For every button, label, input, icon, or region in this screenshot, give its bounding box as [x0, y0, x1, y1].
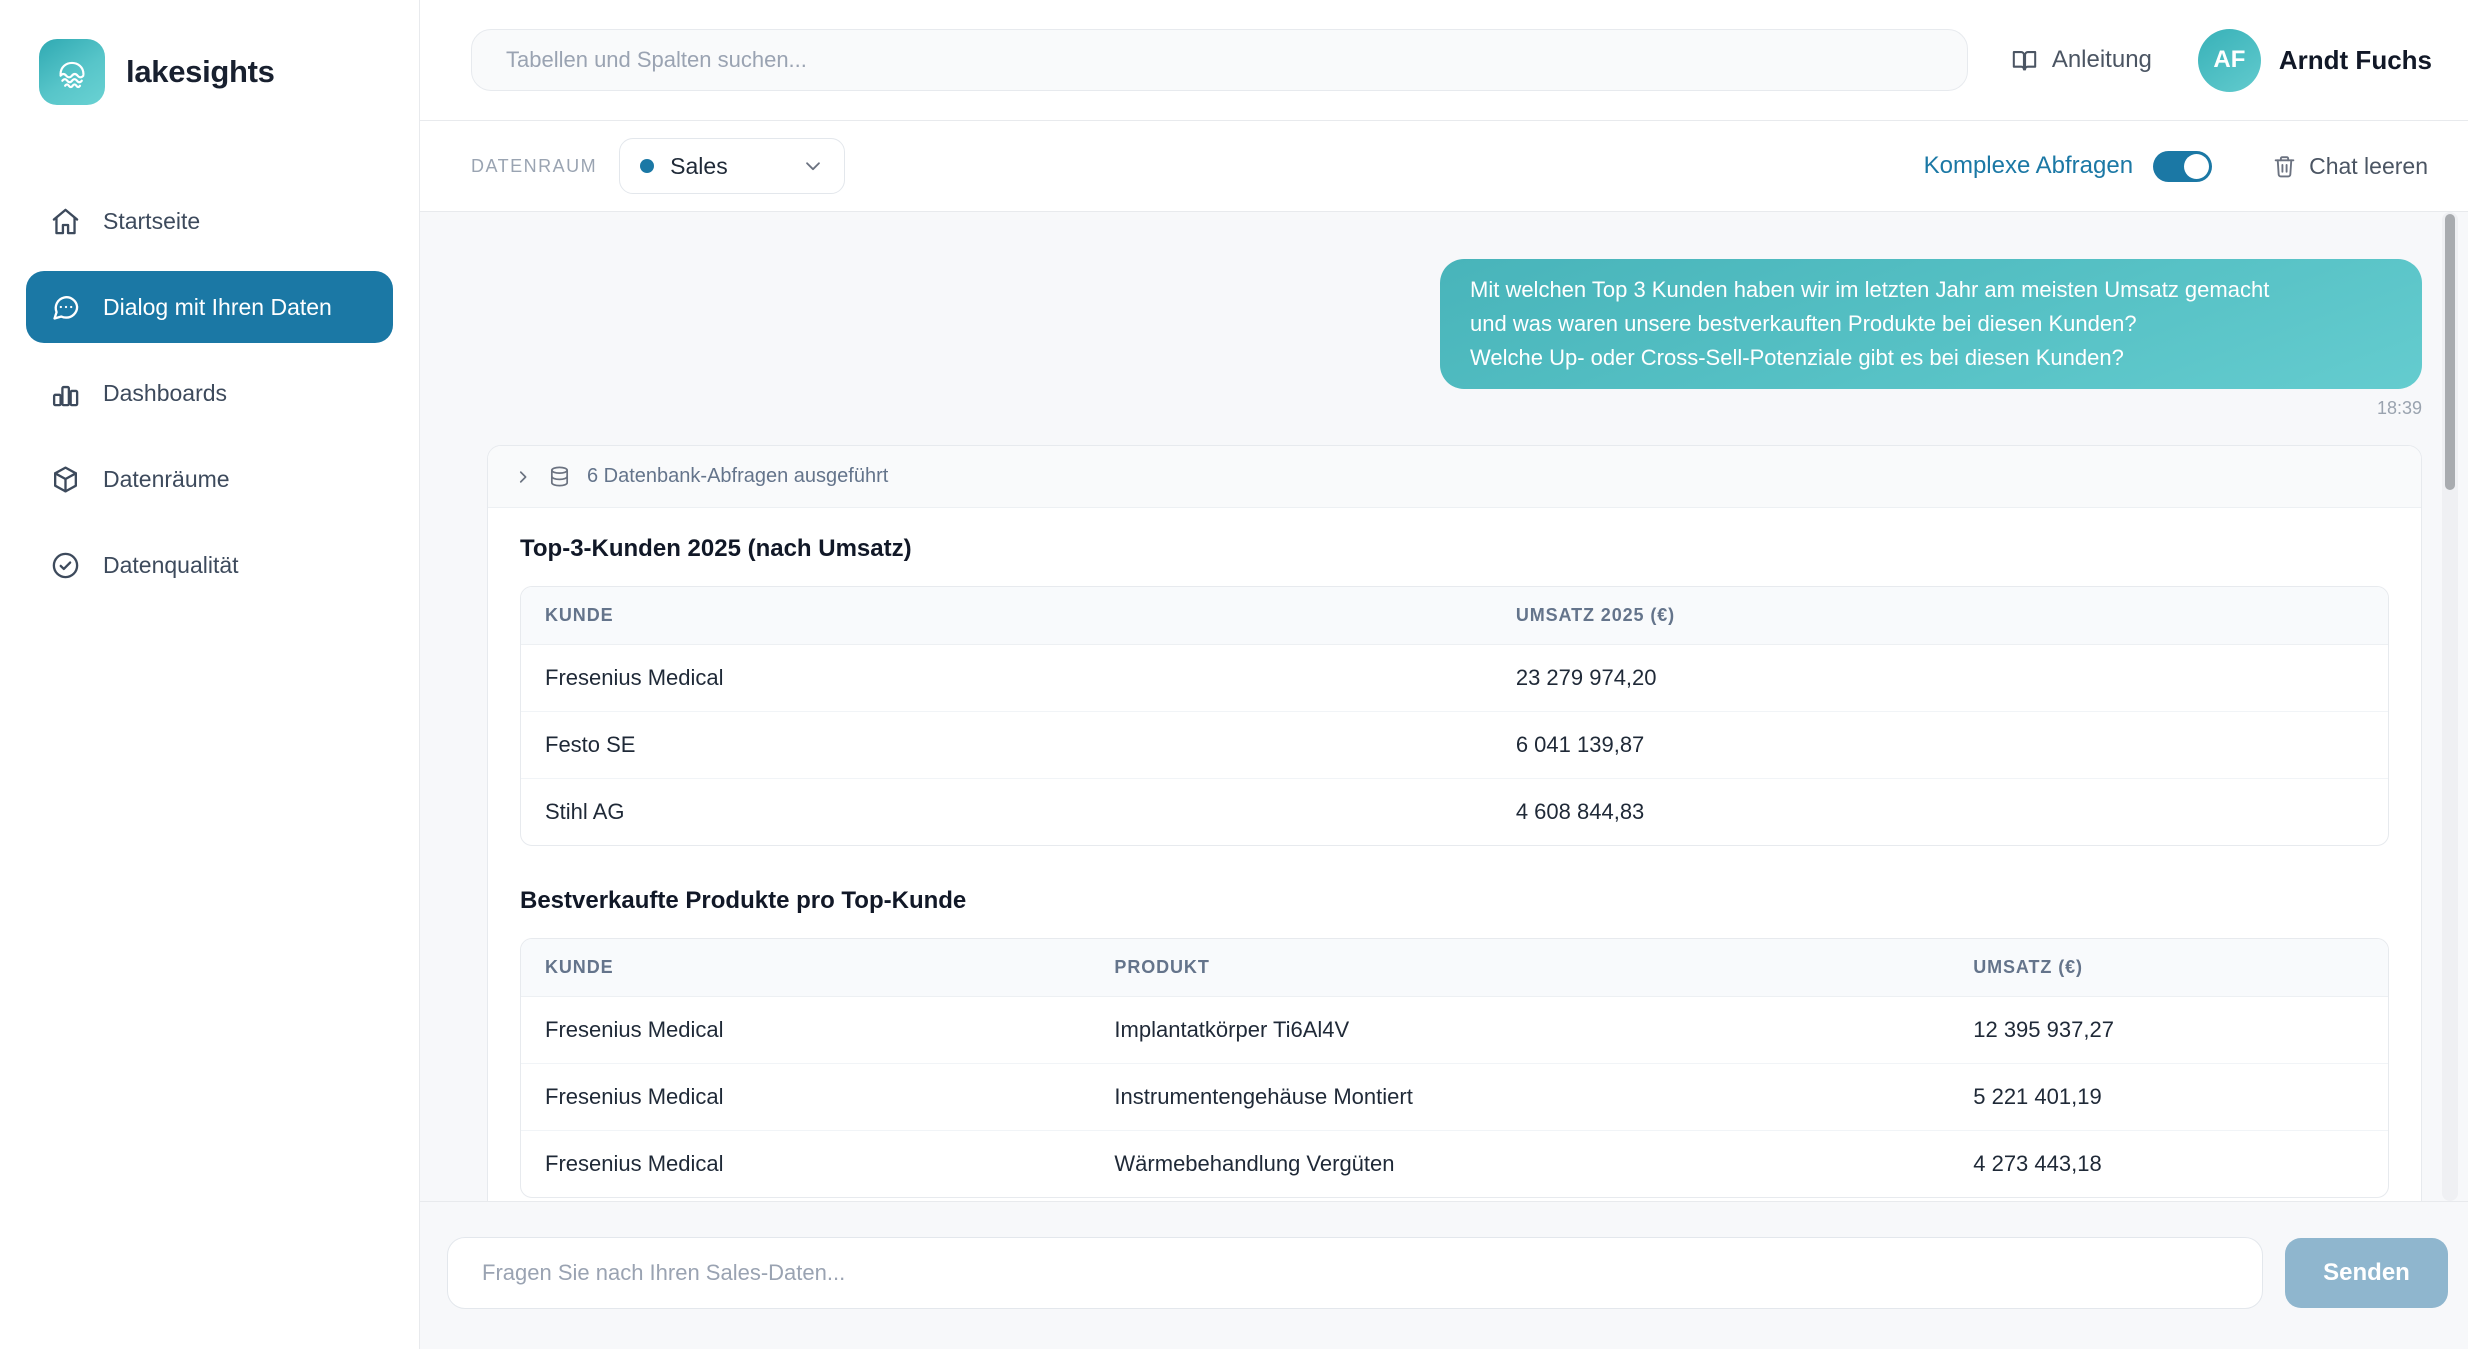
table-cell: Implantatkörper Ti6Al4V: [1090, 997, 1949, 1064]
sidebar-item-startseite[interactable]: Startseite: [26, 185, 393, 257]
clear-chat-button[interactable]: Chat leeren: [2272, 153, 2428, 180]
column-header: KUNDE: [521, 939, 1090, 997]
top-customers-table: KUNDEUMSATZ 2025 (€) Fresenius Medical23…: [520, 586, 2389, 846]
sidebar-item-datenqualitaet[interactable]: Datenqualität: [26, 529, 393, 601]
table-row: Fresenius MedicalInstrumentengehäuse Mon…: [521, 1064, 2388, 1131]
avatar-initials: AF: [2213, 46, 2245, 74]
table-cell: 4 273 443,18: [1949, 1131, 2388, 1198]
table-cell: Fresenius Medical: [521, 997, 1090, 1064]
table-row: Fresenius MedicalImplantatkörper Ti6Al4V…: [521, 997, 2388, 1064]
sidebar-item-dialog-mit-ihren-daten[interactable]: Dialog mit Ihren Daten: [26, 271, 393, 343]
dataspace-status-dot: [640, 159, 654, 173]
complex-queries-toggle[interactable]: [2153, 151, 2212, 182]
column-header: KUNDE: [521, 587, 1492, 645]
help-label: Anleitung: [2052, 46, 2152, 74]
user-message-line: und was waren unsere bestverkauften Prod…: [1470, 307, 2392, 341]
queries-note: 6 Datenbank-Abfragen ausgeführt: [587, 465, 888, 488]
dataspace-label: DATENRAUM: [471, 156, 597, 177]
chat-bubble-icon: [50, 292, 81, 323]
chevron-down-icon: [802, 155, 824, 177]
lakesights-logo-icon: [39, 39, 105, 105]
scrollbar-thumb[interactable]: [2445, 214, 2455, 490]
chat-scroll-area[interactable]: Mit welchen Top 3 Kunden haben wir im le…: [420, 212, 2468, 1201]
bar-chart-icon: [50, 378, 81, 409]
chevron-right-icon: [514, 468, 532, 486]
table-cell: Fresenius Medical: [521, 1131, 1090, 1198]
scrollbar-track[interactable]: [2442, 212, 2458, 1201]
table-header-row: KUNDEPRODUKTUMSATZ (€): [521, 939, 2388, 997]
answer-section: Top-3-Kunden 2025 (nach Umsatz) KUNDEUMS…: [520, 534, 2389, 846]
sidebar-item-label: Dashboards: [103, 380, 227, 407]
check-circle-icon: [50, 550, 81, 581]
composer: Senden: [420, 1201, 2468, 1349]
table-cell: 23 279 974,20: [1492, 645, 2388, 712]
sidebar-item-label: Startseite: [103, 208, 200, 235]
answer-card-body: Top-3-Kunden 2025 (nach Umsatz) KUNDEUMS…: [488, 508, 2421, 1201]
table-cell: Festo SE: [521, 712, 1492, 779]
sidebar-item-label: Datenqualität: [103, 552, 239, 579]
dataspace-select[interactable]: Sales: [619, 138, 845, 194]
sidebar-item-label: Datenräume: [103, 466, 230, 493]
column-header: UMSATZ 2025 (€): [1492, 587, 2388, 645]
topbar: Anleitung AF Arndt Fuchs: [420, 0, 2468, 121]
chat-toolbar-right: Komplexe Abfragen Chat leeren: [1924, 151, 2428, 182]
user-message-line: Welche Up- oder Cross-Sell-Potenziale gi…: [1470, 341, 2392, 375]
send-button[interactable]: Senden: [2285, 1238, 2448, 1308]
brand-name: lakesights: [126, 54, 275, 90]
help-button[interactable]: Anleitung: [2011, 46, 2152, 74]
chat-toolbar: DATENRAUM Sales Komplexe Abfragen: [420, 121, 2468, 212]
message-timestamp: 18:39: [487, 398, 2422, 419]
dataspace-value: Sales: [670, 153, 728, 180]
clear-chat-label: Chat leeren: [2309, 153, 2428, 180]
assistant-answer-card: 6 Datenbank-Abfragen ausgeführt Top-3-Ku…: [487, 445, 2422, 1201]
toggle-knob: [2184, 154, 2209, 179]
sidebar-item-datenraeume[interactable]: Datenräume: [26, 443, 393, 515]
queries-collapse-header[interactable]: 6 Datenbank-Abfragen ausgeführt: [488, 446, 2421, 508]
avatar[interactable]: AF: [2198, 29, 2261, 92]
user-message-bubble: Mit welchen Top 3 Kunden haben wir im le…: [1440, 259, 2422, 389]
table-cell: 12 395 937,27: [1949, 997, 2388, 1064]
topbar-right: Anleitung AF Arndt Fuchs: [2011, 29, 2432, 92]
user-message-line: Mit welchen Top 3 Kunden haben wir im le…: [1470, 273, 2392, 307]
answer-section: Bestverkaufte Produkte pro Top-Kunde KUN…: [520, 886, 2389, 1198]
table-row: Festo SE6 041 139,87: [521, 712, 2388, 779]
table-row: Fresenius MedicalWärmebehandlung Vergüte…: [521, 1131, 2388, 1198]
user-name: Arndt Fuchs: [2279, 45, 2432, 76]
table-cell: Wärmebehandlung Vergüten: [1090, 1131, 1949, 1198]
table-cell: 4 608 844,83: [1492, 779, 2388, 846]
table-cell: Instrumentengehäuse Montiert: [1090, 1064, 1949, 1131]
column-header: PRODUKT: [1090, 939, 1949, 997]
sidebar-nav: Startseite Dialog mit Ihren Daten: [0, 185, 419, 615]
table-cell: Fresenius Medical: [521, 645, 1492, 712]
cube-icon: [50, 464, 81, 495]
table-cell: Fresenius Medical: [521, 1064, 1090, 1131]
sidebar: lakesights Startseite Dialog mit Ihren D…: [0, 0, 420, 1349]
table-header-row: KUNDEUMSATZ 2025 (€): [521, 587, 2388, 645]
table-cell: Stihl AG: [521, 779, 1492, 846]
sidebar-item-dashboards[interactable]: Dashboards: [26, 357, 393, 429]
home-icon: [50, 206, 81, 237]
database-icon: [548, 465, 571, 488]
search-input[interactable]: [471, 29, 1968, 91]
table-cell: 6 041 139,87: [1492, 712, 2388, 779]
section-title: Top-3-Kunden 2025 (nach Umsatz): [520, 534, 2389, 564]
chat-message-input[interactable]: [447, 1237, 2263, 1309]
column-header: UMSATZ (€): [1949, 939, 2388, 997]
complex-queries-label: Komplexe Abfragen: [1924, 152, 2133, 180]
table-cell: 5 221 401,19: [1949, 1064, 2388, 1131]
top-products-table: KUNDEPRODUKTUMSATZ (€) Fresenius Medical…: [520, 938, 2389, 1198]
sidebar-item-label: Dialog mit Ihren Daten: [103, 294, 332, 321]
brand: lakesights: [0, 39, 419, 105]
trash-icon: [2272, 154, 2297, 179]
book-icon: [2011, 47, 2038, 74]
main-area: Anleitung AF Arndt Fuchs DATENRAUM Sales…: [420, 0, 2468, 1349]
table-row: Stihl AG4 608 844,83: [521, 779, 2388, 846]
table-row: Fresenius Medical23 279 974,20: [521, 645, 2388, 712]
section-title: Bestverkaufte Produkte pro Top-Kunde: [520, 886, 2389, 916]
